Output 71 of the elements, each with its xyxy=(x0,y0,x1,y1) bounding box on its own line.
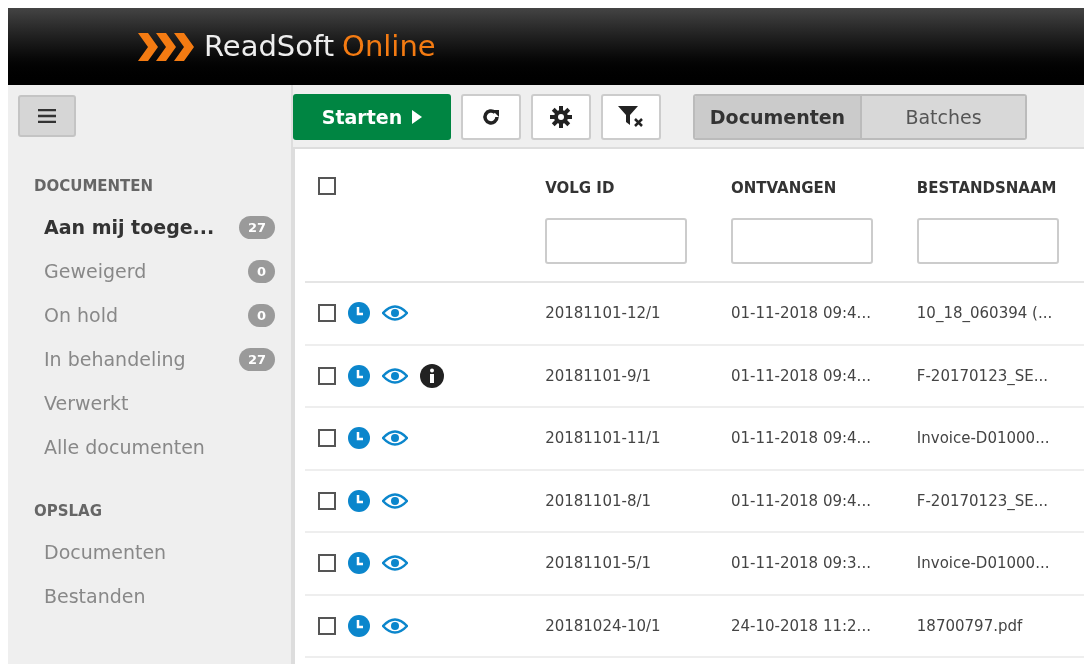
clock-icon xyxy=(348,552,370,575)
view-icon[interactable] xyxy=(382,492,408,509)
brand-name: ReadSoft xyxy=(204,27,335,65)
filter-field[interactable] xyxy=(545,217,688,264)
section-title: OPSLAG xyxy=(33,500,104,522)
clock-icon xyxy=(348,614,370,637)
filter-field[interactable] xyxy=(916,217,1059,264)
clock-icon xyxy=(348,364,370,387)
table-cell-text: 20181101-11/1 xyxy=(545,428,662,449)
table-row[interactable]: 20181101-5/1 01-11-2018 09:3... Invoice-D01000... xyxy=(305,533,1084,596)
start-button[interactable]: Starten xyxy=(293,94,451,140)
checkbox[interactable] xyxy=(318,429,336,448)
table-cell-text: 10_18_060394 (... xyxy=(916,303,1054,324)
view-icon[interactable] xyxy=(382,430,408,447)
table-cell-text: 20181101-5/1 xyxy=(545,553,653,574)
menu-icon xyxy=(38,109,56,123)
refresh-button[interactable] xyxy=(461,94,521,140)
table-cell-text: 20181101-8/1 xyxy=(545,490,653,512)
column-header[interactable]: VOLG ID xyxy=(545,177,731,200)
count-badge: 27 xyxy=(238,215,275,240)
clock-icon xyxy=(348,427,370,450)
table-cell-text: 01-11-2018 09:3... xyxy=(731,553,872,574)
table-cell-text: 01-11-2018 09:4... xyxy=(731,365,872,387)
table-cell-text: Invoice-D01000... xyxy=(916,428,1051,449)
view-icon[interactable] xyxy=(382,555,408,572)
view-icon[interactable] xyxy=(382,305,408,322)
table-cell-text: 24-10-2018 11:2... xyxy=(731,615,872,637)
checkbox[interactable] xyxy=(318,616,336,635)
clock-icon xyxy=(348,302,370,325)
count-badge: 0 xyxy=(247,303,275,328)
table-cell-text: 01-11-2018 09:4... xyxy=(731,490,872,512)
checkbox[interactable] xyxy=(318,304,336,323)
brand-suffix: Online xyxy=(342,27,436,65)
refresh-icon xyxy=(481,107,501,127)
clock-icon xyxy=(348,489,370,512)
table-cell-text: 20181101-9/1 xyxy=(545,365,653,387)
table-cell-text: 20181101-12/1 xyxy=(545,303,662,324)
play-icon xyxy=(412,110,423,124)
table-cell-text: 20181024-10/1 xyxy=(545,615,662,637)
section-title: DOCUMENTEN xyxy=(33,176,155,197)
table-cell-text: 01-11-2018 09:4... xyxy=(731,428,872,449)
view-icon[interactable] xyxy=(382,367,408,384)
table-cell-text: Invoice-D01000... xyxy=(916,553,1051,574)
column-header[interactable]: BESTANDSNAAM xyxy=(916,177,1084,200)
table-cell-text: 01-11-2018 09:4... xyxy=(731,303,872,324)
count-badge: 27 xyxy=(238,347,275,372)
view-tab[interactable]: Batches xyxy=(860,96,1025,138)
column-header[interactable]: ONTVANGEN xyxy=(731,177,917,200)
menu-button[interactable] xyxy=(18,95,76,137)
clear-filter-icon xyxy=(618,106,644,128)
settings-icon xyxy=(550,106,572,128)
table-row[interactable]: 20181024-10/1 24-10-2018 11:2... 18700797.pdf xyxy=(305,595,1084,658)
checkbox[interactable] xyxy=(318,366,336,385)
view-tab[interactable]: Documenten xyxy=(695,96,860,138)
filter-field[interactable] xyxy=(731,217,873,264)
checkbox[interactable] xyxy=(318,554,336,573)
count-badge: 0 xyxy=(247,259,275,284)
checkbox[interactable] xyxy=(318,177,336,195)
clear-filter-button[interactable] xyxy=(601,94,661,140)
table-row[interactable]: 20181101-12/1 01-11-2018 09:4... 10_18_060394 (... xyxy=(305,283,1084,346)
view-icon[interactable] xyxy=(382,617,408,634)
settings-button[interactable] xyxy=(531,94,591,140)
chevrons-logo-icon xyxy=(138,32,194,61)
table-row[interactable]: 20181101-8/1 01-11-2018 09:4... F-20170123_SE... xyxy=(305,470,1084,533)
sidebar-item[interactable]: Aan mij toege... 27 xyxy=(18,205,275,250)
table-cell-text: F-20170123_SE... xyxy=(916,365,1050,387)
table-row[interactable]: 20181101-11/1 01-11-2018 09:4... Invoice-D01000... xyxy=(305,408,1084,471)
table-row[interactable]: 20181101-9/1 01-11-2018 09:4... F-20170123_SE... xyxy=(305,345,1084,408)
table-cell-text: 18700797.pdf xyxy=(916,615,1024,637)
checkbox[interactable] xyxy=(318,491,336,510)
table-cell-text: F-20170123_SE... xyxy=(916,490,1050,512)
